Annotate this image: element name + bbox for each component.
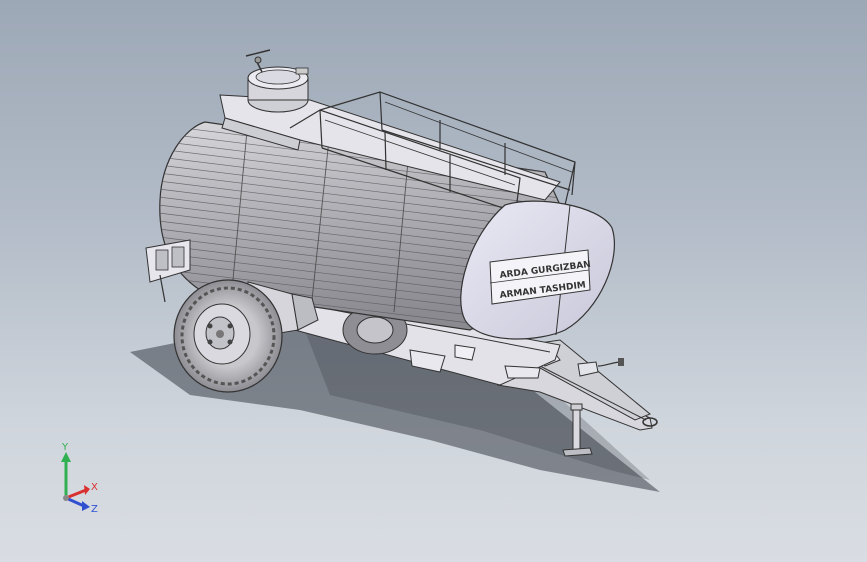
graphics-viewport[interactable]: ARDA GURGIZBAN ARMAN TASHDIM Y X Z <box>0 0 867 562</box>
trailer-model[interactable]: ARDA GURGIZBAN ARMAN TASHDIM <box>0 0 867 562</box>
front-wheel[interactable] <box>173 279 283 393</box>
x-axis-label: X <box>91 482 98 493</box>
z-axis-arrow-icon <box>82 501 90 511</box>
x-axis-line <box>65 488 87 500</box>
tail-light-box[interactable] <box>145 239 191 303</box>
y-axis-label: Y <box>61 442 69 453</box>
manhole-dome[interactable] <box>245 49 309 113</box>
reference-triad: Y X Z <box>61 442 98 515</box>
y-axis-arrow-icon <box>61 452 71 462</box>
x-axis-arrow-icon <box>84 485 90 495</box>
z-axis-label: Z <box>91 504 98 515</box>
